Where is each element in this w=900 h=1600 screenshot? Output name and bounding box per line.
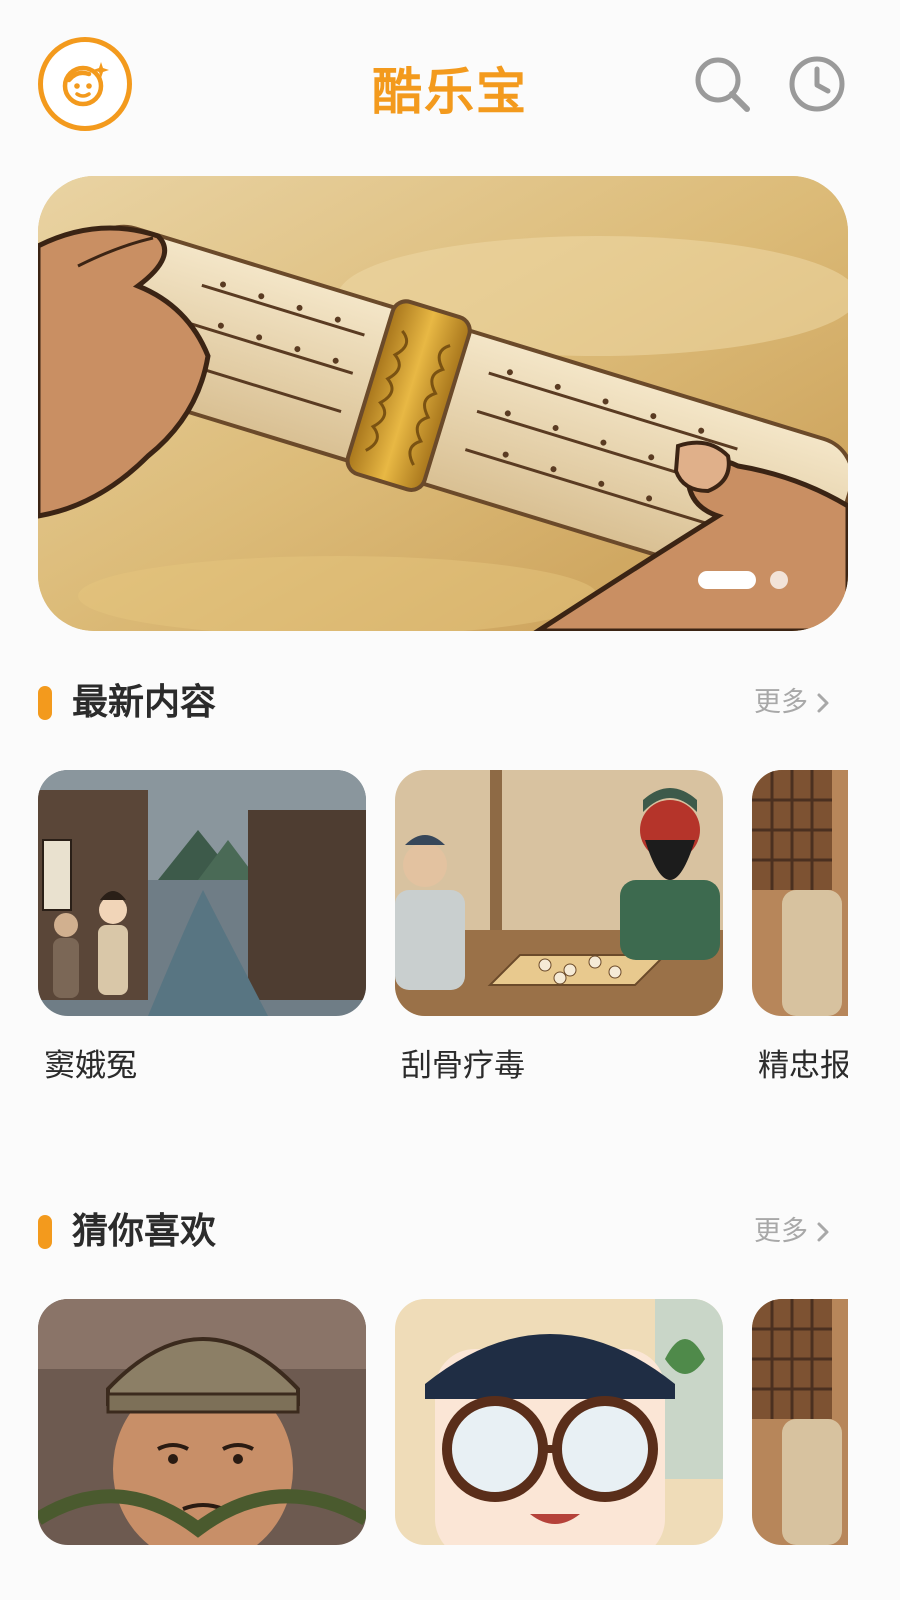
- card-title: 窦娥冤: [44, 1048, 137, 1084]
- card-thumbnail: [395, 1299, 723, 1545]
- chevron-right-icon: [817, 693, 829, 713]
- section-title: 最新内容: [72, 682, 217, 723]
- content-card[interactable]: [752, 1299, 848, 1569]
- content-card[interactable]: 窦娥冤: [38, 770, 366, 1085]
- app-header: 酷乐宝: [0, 0, 900, 170]
- carousel-dot[interactable]: [770, 571, 788, 589]
- latest-content-row: 窦娥冤 刮骨疗毒 精忠报: [38, 770, 848, 1100]
- section-accent-bar: [38, 686, 52, 720]
- carousel-dot-active[interactable]: [698, 571, 756, 589]
- window-scene: [752, 1299, 848, 1545]
- content-card[interactable]: 精忠报: [752, 770, 848, 1085]
- more-link[interactable]: 更多: [754, 678, 830, 728]
- search-icon: [695, 57, 750, 112]
- content-card[interactable]: 刮骨疗毒: [395, 770, 723, 1085]
- window-scene: [752, 770, 848, 1016]
- card-thumbnail: [38, 770, 366, 1016]
- guanyu-chess-scene: [395, 770, 723, 1016]
- section-header-latest: 最新内容 更多: [38, 678, 848, 728]
- scroll-image: [38, 176, 848, 631]
- more-label: 更多: [754, 1216, 808, 1247]
- bound-man-scene: [38, 1299, 366, 1545]
- card-thumbnail: [752, 1299, 848, 1545]
- ancient-street-scene: [38, 770, 366, 1016]
- card-thumbnail: [38, 1299, 366, 1545]
- glasses-boy-scene: [395, 1299, 723, 1545]
- chevron-right-icon: [817, 1222, 829, 1242]
- more-label: 更多: [754, 687, 808, 718]
- card-title: 刮骨疗毒: [401, 1048, 525, 1084]
- banner-carousel[interactable]: [38, 176, 848, 631]
- history-button[interactable]: [785, 52, 849, 116]
- content-card[interactable]: [38, 1299, 366, 1569]
- search-button[interactable]: [690, 52, 754, 116]
- more-link[interactable]: 更多: [754, 1207, 830, 1257]
- section-header-recommend: 猜你喜欢 更多: [38, 1207, 848, 1257]
- card-thumbnail: [395, 770, 723, 1016]
- section-accent-bar: [38, 1215, 52, 1249]
- clock-icon: [789, 56, 845, 112]
- card-thumbnail: [752, 770, 848, 1016]
- app-title: 酷乐宝: [372, 63, 528, 121]
- card-title: 精忠报: [758, 1048, 848, 1084]
- recommend-row: [38, 1299, 848, 1600]
- carousel-dots: [698, 571, 788, 589]
- content-card[interactable]: [395, 1299, 723, 1569]
- section-title: 猜你喜欢: [72, 1211, 217, 1252]
